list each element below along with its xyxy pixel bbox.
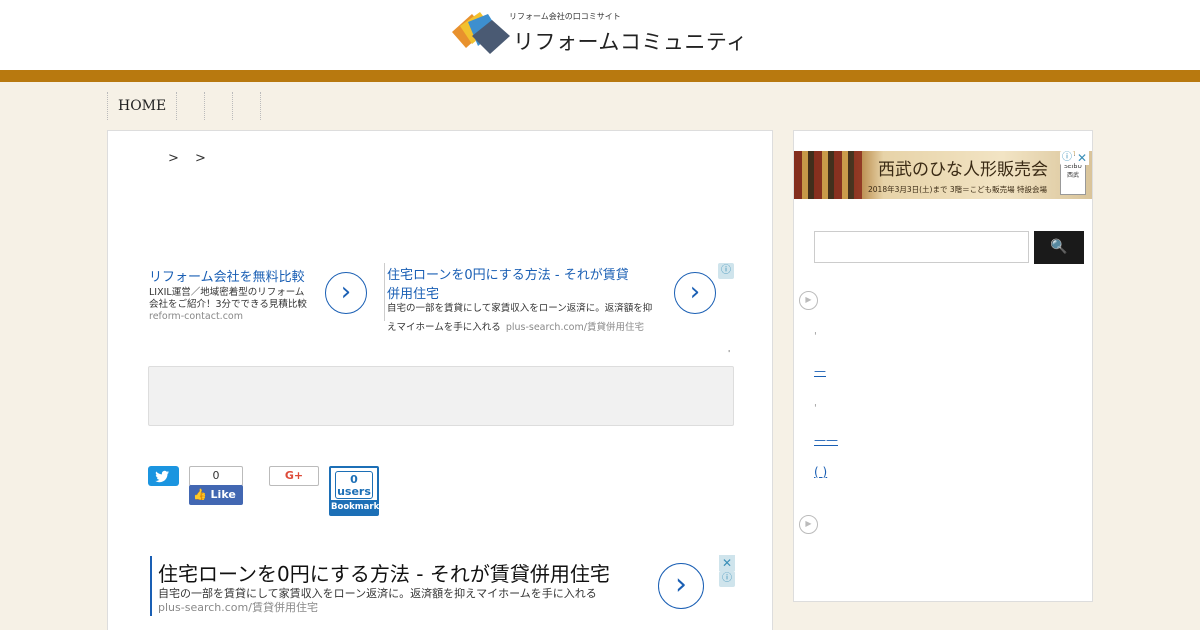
hatena-count-bubble: 0 users: [335, 471, 373, 499]
content-placeholder-box: [148, 366, 734, 426]
twitter-share-button[interactable]: [148, 466, 179, 486]
nav-item-home[interactable]: HOME: [107, 92, 176, 120]
ad-divider: [384, 263, 385, 321]
play-circle-icon: ▶: [799, 515, 818, 534]
ad-info-icon[interactable]: ⓘ: [719, 571, 735, 587]
ad-description: 会社をご紹介！3分でできる見積比較: [149, 299, 307, 310]
banner-title: 西武のひな人形販売会: [878, 160, 1048, 180]
ad-url[interactable]: plus-search.com/賃貸併用住宅: [506, 322, 644, 333]
main-content: > > リフォーム会社を無料比較 LIXIL運営／地域密着型のリフォーム 会社を…: [107, 130, 773, 630]
nav-item-empty[interactable]: [232, 92, 260, 120]
search-icon: 🔍: [1050, 239, 1068, 255]
ad-marker: ': [728, 349, 731, 358]
ad-close-icon[interactable]: ✕: [1075, 151, 1089, 165]
ad-title[interactable]: 住宅ローンを0円にする方法 - それが賃貸併用住宅: [158, 558, 610, 587]
chevron-right-icon[interactable]: ›: [674, 272, 716, 314]
header-accent-bar: [0, 70, 1200, 82]
ad-description: LIXIL運営／地域密着型のリフォーム: [149, 287, 305, 298]
sidebar-link[interactable]: ': [814, 331, 817, 342]
site-header: リフォーム会社の口コミサイト リフォームコミュニティ: [0, 0, 1200, 70]
thumbs-up-icon: 👍: [193, 488, 207, 501]
ad-title[interactable]: リフォーム会社を無料比較: [149, 266, 329, 285]
hatena-bookmark-button[interactable]: 0 users Bookmark: [329, 466, 379, 516]
breadcrumb: > >: [168, 151, 212, 166]
sidebar-link[interactable]: ( ): [814, 465, 827, 479]
ad-unit-left[interactable]: リフォーム会社を無料比較 LIXIL運営／地域密着型のリフォーム 会社をご紹介！…: [149, 266, 329, 322]
search-button[interactable]: 🔍: [1034, 231, 1084, 264]
ad-banner-top[interactable]: リフォーム会社を無料比較 LIXIL運営／地域密着型のリフォーム 会社をご紹介！…: [148, 261, 736, 333]
ad-description: 自宅の一部を賃貸にして家賃収入をローン返済に。返済額を抑: [387, 303, 653, 314]
chevron-right-icon[interactable]: ›: [325, 272, 367, 314]
ad-close-icon[interactable]: ✕: [719, 555, 735, 571]
sidebar-link[interactable]: ——: [814, 433, 838, 447]
facebook-like-label: Like: [210, 488, 236, 501]
facebook-like-button[interactable]: 👍 Like: [189, 485, 243, 505]
ad-title[interactable]: 併用住宅: [387, 283, 677, 302]
banner-subtitle: 2018年3月3日(土)まで 3階＝こども販売場 特設会場: [868, 185, 1048, 194]
twitter-icon: [155, 470, 169, 483]
nav-item-empty[interactable]: [176, 92, 204, 120]
facebook-like-count: 0: [189, 466, 243, 486]
ad-description: えマイホームを手に入れる: [387, 322, 501, 333]
ad-banner-bottom[interactable]: 住宅ローンを0円にする方法 - それが賃貸併用住宅 自宅の一部を賃貸にして家賃収…: [150, 555, 736, 616]
ad-url[interactable]: plus-search.com/賃貸併用住宅: [158, 599, 318, 615]
share-buttons: 0 👍 Like G+ 0 users Bookmark: [148, 466, 448, 526]
hatena-bookmark-label: Bookmark: [331, 500, 380, 514]
nav-divider: [260, 92, 262, 120]
hina-doll-image: [794, 151, 862, 199]
site-logo[interactable]: リフォーム会社の口コミサイト リフォームコミュニティ: [450, 10, 750, 60]
ad-unit-right[interactable]: 住宅ローンを0円にする方法 - それが賃貸 併用住宅 自宅の一部を賃貸にして家賃…: [387, 264, 677, 334]
play-circle-icon: ▶: [799, 291, 818, 310]
sidebar-ad-banner[interactable]: 西武のひな人形販売会 2018年3月3日(土)まで 3階＝こども販売場 特設会場…: [794, 151, 1092, 199]
logo-title: リフォームコミュニティ: [513, 30, 748, 54]
ad-info-icon[interactable]: ⓘ: [718, 263, 734, 279]
ad-url[interactable]: reform-contact.com: [149, 311, 329, 322]
sidebar-link[interactable]: ': [814, 403, 817, 414]
hatena-users-label: users: [337, 485, 371, 498]
sidebar-link[interactable]: —: [814, 364, 826, 378]
sidebar: 西武のひな人形販売会 2018年3月3日(土)まで 3階＝こども販売場 特設会場…: [793, 130, 1093, 602]
global-nav: HOME: [107, 92, 262, 120]
logo-icon: [452, 12, 510, 54]
google-plus-button[interactable]: G+: [269, 466, 319, 486]
search-input[interactable]: [814, 231, 1029, 263]
ad-title[interactable]: 住宅ローンを0円にする方法 - それが賃貸: [387, 264, 677, 283]
chevron-right-icon[interactable]: ›: [658, 563, 704, 609]
nav-item-empty[interactable]: [204, 92, 232, 120]
logo-tagline: リフォーム会社の口コミサイト: [509, 12, 621, 21]
ad-info-icon[interactable]: ⓘ: [1060, 151, 1074, 165]
